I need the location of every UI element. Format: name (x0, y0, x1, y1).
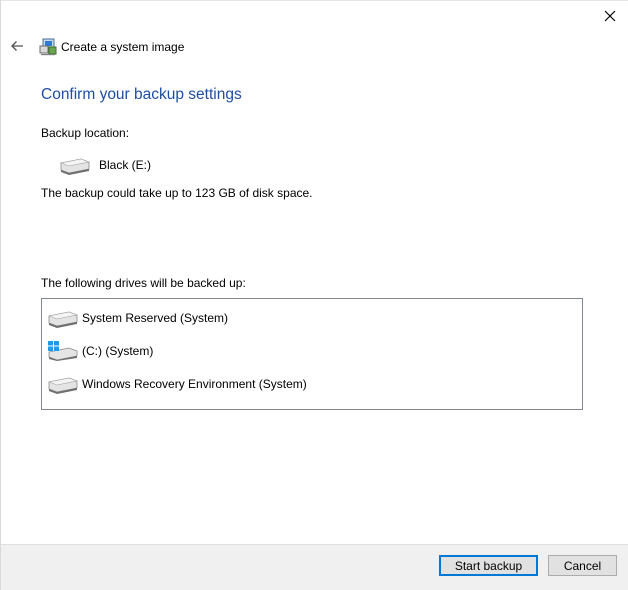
window-top-edge (1, 0, 628, 1)
back-arrow-icon (11, 41, 23, 51)
drive-name: Windows Recovery Environment (System) (82, 377, 307, 391)
hard-drive-icon (47, 377, 79, 394)
windows-drive-icon (48, 341, 78, 361)
list-item: (C:) (System) (47, 341, 153, 361)
list-item: System Reserved (System) (47, 308, 228, 328)
backup-location-name: Black (E:) (99, 158, 152, 172)
cancel-button[interactable]: Cancel (548, 555, 617, 576)
hard-drive-icon (47, 311, 79, 328)
close-icon (604, 10, 616, 22)
system-image-icon (39, 38, 57, 56)
dialog-window: Create a system image Confirm your backu… (0, 0, 628, 590)
list-item: Windows Recovery Environment (System) (47, 374, 307, 394)
start-backup-button[interactable]: Start backup (439, 555, 538, 576)
drive-name: (C:) (System) (82, 344, 154, 358)
window-title: Create a system image (61, 40, 185, 54)
backup-location-drive: Black (E:) (59, 155, 151, 175)
close-button[interactable] (596, 2, 624, 30)
back-button[interactable] (7, 36, 27, 56)
drives-list-label: The following drives will be backed up: (41, 276, 246, 290)
drives-list[interactable]: System Reserved (System) (C:) (System) W… (41, 298, 583, 410)
dialog-footer: Start backup Cancel (1, 544, 628, 590)
disk-space-text: The backup could take up to 123 GB of di… (41, 186, 313, 200)
hard-drive-icon (59, 158, 91, 175)
backup-location-label: Backup location: (41, 126, 130, 140)
page-heading: Confirm your backup settings (41, 86, 242, 103)
window-title-bar: Create a system image (39, 37, 184, 57)
drive-name: System Reserved (System) (82, 311, 229, 325)
